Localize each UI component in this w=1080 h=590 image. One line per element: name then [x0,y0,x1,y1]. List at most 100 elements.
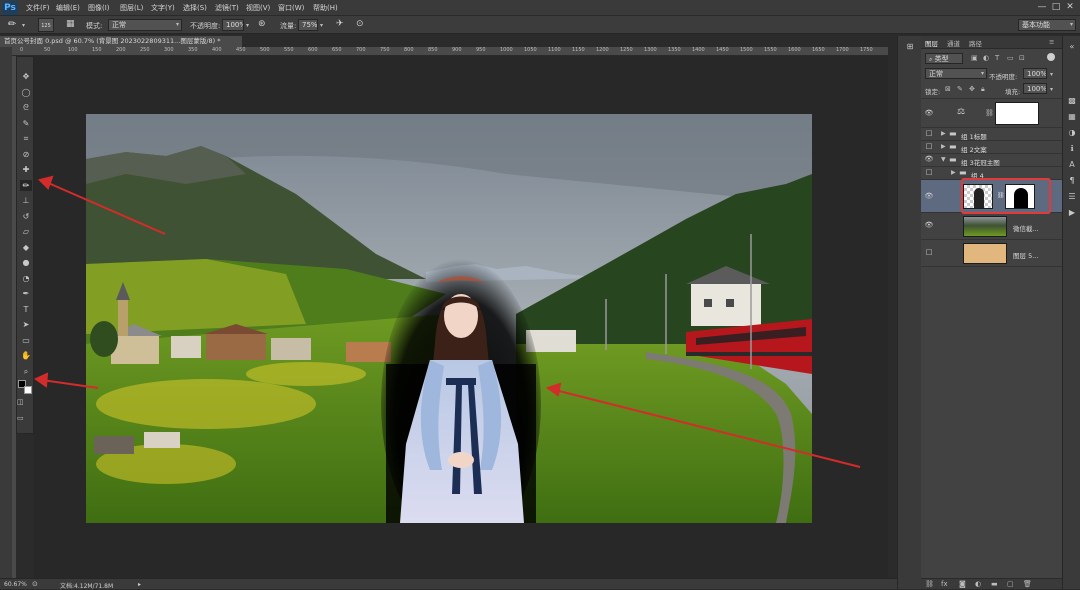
eye-icon[interactable]: 👁︎ [924,155,934,165]
layer-row-group-3[interactable]: 👁︎ ▼ ▬ 组 3花冠主图 [921,154,1062,167]
lock-transparent-icon[interactable]: ⊠ [945,85,951,93]
marquee-tool-icon[interactable]: ◯ [20,87,32,98]
visibility-toggle[interactable]: □ [924,248,934,258]
lock-position-icon[interactable]: ✥ [969,85,975,93]
link-icon: ⛓ [985,109,994,117]
chevron-down-icon[interactable]: ▾ [1050,86,1053,93]
eye-icon[interactable]: 👁︎ [924,221,934,231]
pen-tool-icon[interactable]: ✒ [20,288,32,299]
path-select-tool-icon[interactable]: ➤ [20,319,32,330]
visibility-toggle[interactable]: □ [924,142,934,152]
eyedropper-tool-icon[interactable]: ⊘ [20,149,32,160]
history-icon[interactable]: ⊞ [905,42,915,52]
filter-shape-icon[interactable]: ▭ [1007,54,1014,62]
background-color-swatch[interactable] [24,386,32,394]
levels-adjustment-icon: ⚖ [957,107,966,117]
collapse-arrow-icon[interactable]: ▼ [941,156,946,163]
history-brush-tool-icon[interactable]: ↺ [20,211,32,222]
zoom-tool-icon[interactable]: ⌕ [20,366,32,377]
lock-pixels-icon[interactable]: ✎ [957,85,963,93]
move-tool-icon[interactable]: ✥ [20,71,32,82]
expand-arrow-icon[interactable]: ▶ [951,169,956,176]
layer-mask-thumbnail[interactable] [995,102,1039,125]
layer-row-group-1[interactable]: □ ▶ ▬ 组 1标题 [921,128,1062,141]
expand-arrow-icon[interactable]: ▶ [941,130,946,137]
layer-row-fill[interactable]: □ 图层 5... [921,240,1062,267]
layer-opacity-input[interactable]: 100% [1023,68,1047,79]
clone-stamp-tool-icon[interactable]: ⊥ [20,195,32,206]
filter-adjustment-icon[interactable]: ◐ [983,54,989,62]
eye-icon[interactable]: 👁︎ [924,109,934,119]
blur-tool-icon[interactable]: ● [20,257,32,268]
panel-menu-icon[interactable]: ≡ [1049,38,1054,46]
adjustment-layer-icon[interactable]: ◐ [975,580,981,588]
visibility-toggle[interactable]: □ [924,129,934,139]
status-menu-arrow-icon[interactable]: ▸ [138,581,141,588]
folder-icon: ▬ [949,129,957,138]
layer-row-image[interactable]: 👁︎ 微信截... [921,213,1062,240]
actions-icon[interactable]: ▶ [1067,208,1077,218]
character-icon[interactable]: A [1067,160,1077,170]
filter-smart-icon[interactable]: ⊡ [1019,54,1025,62]
layer-name: 组 1标题 [961,133,987,141]
quick-mask-icon[interactable]: ◫ [17,398,24,406]
annotation-arrow-colors [41,379,99,389]
layer-thumbnail[interactable] [963,243,1007,264]
screen-mode-icon[interactable]: ▭ [17,414,24,422]
quick-select-tool-icon[interactable]: ✎ [20,118,32,129]
healing-brush-tool-icon[interactable]: ✚ [20,164,32,175]
blend-mode-value: 正常 [929,70,943,78]
collapse-panels-icon[interactable]: « [1067,42,1077,52]
lasso-tool-icon[interactable]: ᘓ [20,102,32,113]
color-icon[interactable]: ▩ [1067,96,1077,106]
layer-filter-select[interactable]: ⌕ 类型 [925,53,963,64]
eraser-tool-icon[interactable]: ▱ [20,226,32,237]
status-info-icon[interactable]: ⊙ [32,580,38,588]
paint-bucket-tool-icon[interactable]: ◆ [20,242,32,253]
layers-panel: 图层 通道 路径 ≡ ⌕ 类型 ▣ ◐ T ▭ ⊡ 正常 ▾ 不透明度: 100… [921,36,1062,589]
tools-panel: ✥ ◯ ᘓ ✎ ⌗ ⊘ ✚ ✏ ⊥ ↺ ▱ ◆ ● ◔ ✒ T ➤ ▭ ✋ ⌕ [16,56,34,434]
properties-icon[interactable]: ☰ [1067,192,1077,202]
expand-arrow-icon[interactable]: ▶ [941,143,946,150]
type-tool-icon[interactable]: T [20,304,32,315]
trash-icon[interactable]: 🗑︎ [1023,580,1032,588]
crop-tool-icon[interactable]: ⌗ [20,133,32,144]
dodge-tool-icon[interactable]: ◔ [20,273,32,284]
layer-thumbnail[interactable] [963,216,1007,237]
shape-tool-icon[interactable]: ▭ [20,335,32,346]
chevron-down-icon: ▾ [980,70,984,77]
visibility-toggle[interactable]: □ [924,168,934,178]
new-group-icon[interactable]: ▬ [991,580,998,588]
info-icon[interactable]: ℹ [1067,144,1077,154]
layer-row-group-2[interactable]: □ ▶ ▬ 组 2文案 [921,141,1062,154]
eye-icon[interactable]: 👁︎ [924,192,934,202]
chevron-down-icon[interactable]: ▾ [1050,71,1053,78]
hand-tool-icon[interactable]: ✋ [20,350,32,361]
layers-panel-footer: ⛓ fx ◙ ◐ ▬ ▢ 🗑︎ [921,578,1062,589]
tab-channels[interactable]: 通道 [947,38,960,48]
tab-layers[interactable]: 图层 [925,38,938,48]
lock-all-icon[interactable]: 🔒︎ [981,85,985,94]
new-layer-icon[interactable]: ▢ [1007,580,1014,588]
paragraph-icon[interactable]: ¶ [1067,176,1077,186]
swatches-icon[interactable]: ▦ [1067,112,1077,122]
filter-type-icon[interactable]: T [995,54,999,62]
adjustments-icon[interactable]: ◑ [1067,128,1077,138]
layer-name: 微信截... [1013,225,1039,233]
folder-icon: ▬ [949,155,957,164]
layer-row-adjustment[interactable]: 👁︎ ⚖ ⛓ [921,98,1062,128]
zoom-level[interactable]: 60.67% [4,581,27,588]
selection-highlight-box [961,178,1051,214]
blend-mode-select[interactable]: 正常 ▾ [925,68,987,79]
tab-paths[interactable]: 路径 [969,38,982,48]
add-mask-icon[interactable]: ◙ [959,580,966,588]
brush-tool-icon[interactable]: ✏ [20,179,32,191]
link-layers-icon[interactable]: ⛓ [925,580,934,588]
fx-icon[interactable]: fx [941,580,948,588]
lock-label: 锁定: [925,88,941,96]
filter-toggle[interactable] [1047,53,1055,61]
filter-pixel-icon[interactable]: ▣ [971,54,978,62]
arrow-head-icon [38,175,54,190]
panel-tab-bar: 图层 通道 路径 ≡ [921,36,1062,49]
fill-input[interactable]: 100% [1023,83,1047,94]
